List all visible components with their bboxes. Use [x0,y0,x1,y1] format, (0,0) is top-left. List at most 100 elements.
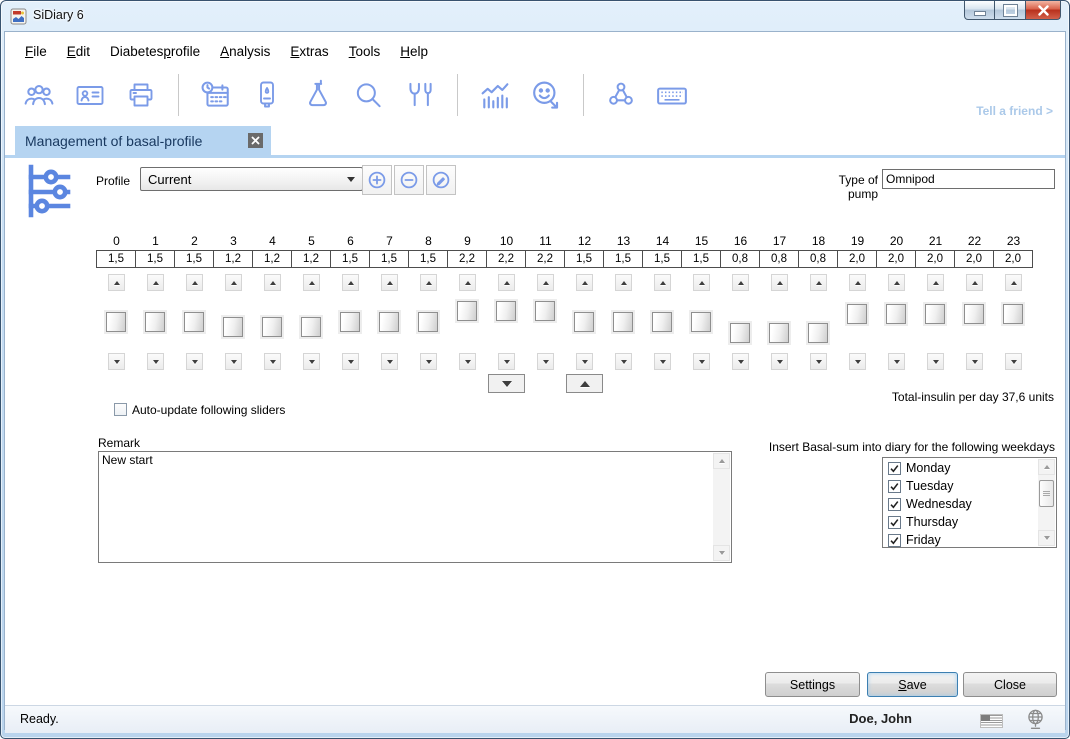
slider-down-button[interactable] [615,353,632,370]
food-drink-icon[interactable] [402,75,438,115]
slider-thumb[interactable] [769,323,789,343]
tab-close-icon[interactable] [248,133,263,148]
scroll-up-button[interactable] [1038,459,1055,475]
slider-up-button[interactable] [693,274,710,291]
checkbox-friday[interactable] [888,534,901,547]
slider-thumb[interactable] [574,312,594,332]
slider-down-button[interactable] [771,353,788,370]
remark-scrollbar[interactable] [713,453,730,561]
slider-thumb[interactable] [964,304,984,324]
slider-up-button[interactable] [186,274,203,291]
slider-down-button[interactable] [576,353,593,370]
slider-thumb[interactable] [691,312,711,332]
slider-down-button[interactable] [186,353,203,370]
slider-down-button[interactable] [693,353,710,370]
menu-item-diabetesprofile[interactable]: Diabetesprofile [100,40,210,63]
slider-up-button[interactable] [849,274,866,291]
remove-profile-button[interactable] [394,165,424,195]
smiley-share-icon[interactable] [528,75,564,115]
weekday-item-thursday[interactable]: Thursday [883,513,1056,531]
slider-thumb[interactable] [1003,304,1023,324]
slider-up-button[interactable] [537,274,554,291]
weekday-item-monday[interactable]: Monday [883,459,1056,477]
profile-select[interactable]: Current [140,167,363,191]
slider-down-button[interactable] [537,353,554,370]
slider-thumb[interactable] [418,312,438,332]
scroll-down-button[interactable] [1038,530,1055,546]
slider-up-button[interactable] [732,274,749,291]
slider-up-button[interactable] [498,274,515,291]
slider-thumb[interactable] [106,312,126,332]
weekday-item-tuesday[interactable]: Tuesday [883,477,1056,495]
checkbox-monday[interactable] [888,462,901,475]
tell-a-friend-link[interactable]: Tell a friend > [976,104,1053,118]
slider-down-button[interactable] [225,353,242,370]
search-icon[interactable] [351,75,387,115]
close-window-button[interactable] [1026,1,1061,20]
slider-down-button[interactable] [1005,353,1022,370]
slider-down-button[interactable] [303,353,320,370]
slider-up-button[interactable] [108,274,125,291]
us-flag-icon[interactable] [980,714,1003,728]
maximize-button[interactable] [995,1,1026,20]
menu-item-analysis[interactable]: Analysis [210,40,280,63]
slider-thumb[interactable] [145,312,165,332]
slider-thumb[interactable] [184,312,204,332]
slider-thumb[interactable] [496,301,516,321]
lab-flask-icon[interactable] [300,75,336,115]
scroll-down-button[interactable] [713,545,730,561]
slider-up-button[interactable] [381,274,398,291]
slider-down-button[interactable] [147,353,164,370]
slider-down-button[interactable] [108,353,125,370]
menu-item-help[interactable]: Help [390,40,438,63]
remark-textarea[interactable]: New start [98,451,732,563]
slider-up-button[interactable] [615,274,632,291]
weekday-scrollbar[interactable] [1038,459,1055,546]
menu-item-extras[interactable]: Extras [280,40,338,63]
slider-down-wide-button[interactable] [488,374,525,393]
slider-down-button[interactable] [810,353,827,370]
glucose-meter-icon[interactable] [249,75,285,115]
share-network-icon[interactable] [603,75,639,115]
minimize-button[interactable] [964,1,995,20]
settings-button[interactable]: Settings [765,672,860,697]
tab-management-basal-profile[interactable]: Management of basal-profile [15,126,271,155]
checkbox-wednesday[interactable] [888,498,901,511]
slider-thumb[interactable] [340,312,360,332]
scrollbar-thumb[interactable] [1039,480,1054,507]
slider-thumb[interactable] [730,323,750,343]
slider-up-button[interactable] [420,274,437,291]
slider-up-button[interactable] [888,274,905,291]
slider-up-button[interactable] [342,274,359,291]
slider-down-button[interactable] [732,353,749,370]
add-profile-button[interactable] [362,165,392,195]
slider-down-button[interactable] [498,353,515,370]
menu-item-tools[interactable]: Tools [339,40,391,63]
slider-down-button[interactable] [927,353,944,370]
slider-down-button[interactable] [654,353,671,370]
checkbox-thursday[interactable] [888,516,901,529]
slider-thumb[interactable] [223,317,243,337]
auto-update-checkbox[interactable] [114,403,127,416]
users-icon[interactable] [21,75,57,115]
slider-up-button[interactable] [810,274,827,291]
slider-up-button[interactable] [771,274,788,291]
save-button[interactable]: Save [867,672,958,697]
slider-thumb[interactable] [262,317,282,337]
slider-down-button[interactable] [420,353,437,370]
slider-thumb[interactable] [535,301,555,321]
weekday-item-wednesday[interactable]: Wednesday [883,495,1056,513]
keyboard-icon[interactable] [654,75,690,115]
slider-thumb[interactable] [613,312,633,332]
slider-thumb[interactable] [925,304,945,324]
slider-thumb[interactable] [652,312,672,332]
calendar-clock-icon[interactable] [198,75,234,115]
slider-down-button[interactable] [849,353,866,370]
edit-profile-button[interactable] [426,165,456,195]
slider-up-button[interactable] [264,274,281,291]
slider-up-button[interactable] [459,274,476,291]
menu-item-edit[interactable]: Edit [57,40,100,63]
slider-up-button[interactable] [225,274,242,291]
statistics-icon[interactable] [477,75,513,115]
slider-thumb[interactable] [886,304,906,324]
